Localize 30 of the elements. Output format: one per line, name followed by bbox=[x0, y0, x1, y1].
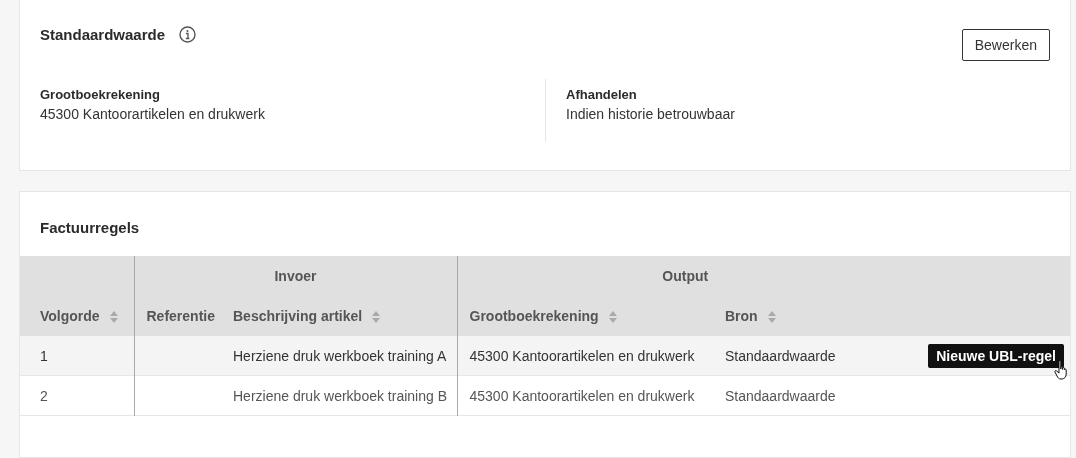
column-header[interactable]: Volgorde bbox=[20, 296, 134, 336]
sort-icon[interactable] bbox=[767, 311, 776, 324]
sort-icon[interactable] bbox=[109, 311, 118, 324]
section-title: Factuurregels bbox=[39, 219, 141, 238]
table-cell: Herziene druk werkboek training B bbox=[221, 375, 457, 416]
column-header[interactable]: Beschrijving artikel bbox=[221, 296, 457, 336]
field-value: Indien historie betrouwbaar bbox=[566, 106, 736, 122]
hand-cursor-icon bbox=[1054, 360, 1070, 380]
column-header[interactable]: Bron bbox=[713, 296, 913, 336]
edit-button[interactable]: Bewerken bbox=[961, 29, 1050, 61]
table-cell: 1 bbox=[20, 336, 134, 376]
table-cell: Standaardwaarde bbox=[713, 336, 913, 376]
table-cell: 45300 Kantoorartikelen en drukwerk bbox=[457, 375, 713, 416]
sort-icon[interactable] bbox=[608, 311, 617, 324]
group-header: Invoer bbox=[134, 256, 457, 296]
table-cell: 2 bbox=[20, 375, 134, 416]
table-cell: Standaardwaarde bbox=[713, 375, 913, 416]
field-label: Afhandelen bbox=[566, 87, 638, 102]
table-row[interactable]: 2 Herziene druk werkboek training B 45300 Kantoorartikelen en drukwerk Standaardwaarde bbox=[20, 375, 1070, 416]
column-header: Referentie bbox=[134, 296, 221, 336]
table-cell: Herziene druk werkboek training A bbox=[221, 336, 457, 376]
group-header: Output bbox=[457, 256, 913, 296]
sort-icon[interactable] bbox=[372, 311, 381, 324]
section-title: Standaardwaarde bbox=[40, 26, 166, 43]
column-header[interactable]: Grootboekrekening bbox=[457, 296, 713, 336]
field-label: Grootboekrekening bbox=[40, 87, 161, 102]
info-icon[interactable] bbox=[179, 26, 197, 43]
new-ubl-line-button[interactable]: Nieuwe UBL-regel bbox=[928, 343, 1064, 368]
table-cell: 45300 Kantoorartikelen en drukwerk bbox=[457, 336, 713, 376]
field-value: 45300 Kantoorartikelen en drukwerk bbox=[40, 106, 266, 122]
